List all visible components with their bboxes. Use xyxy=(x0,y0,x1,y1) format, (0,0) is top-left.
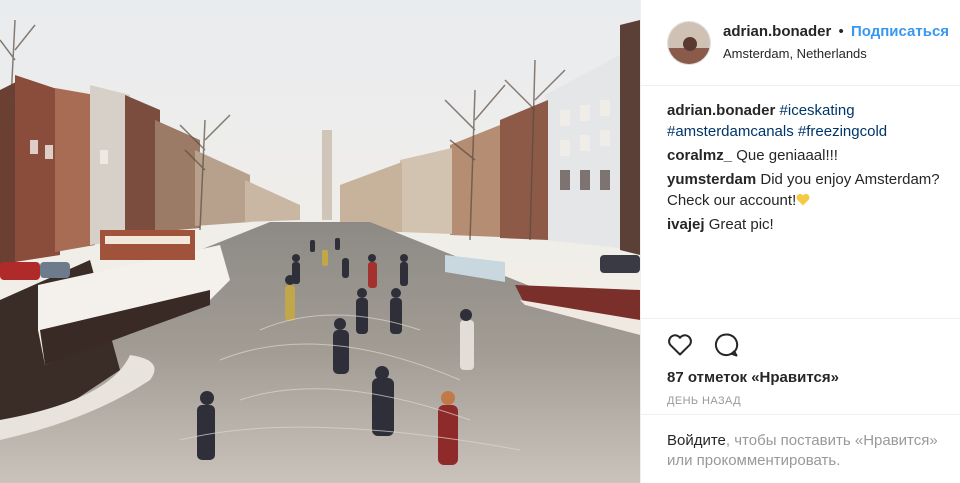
comment-text: Que geniaaal!!! xyxy=(736,147,838,164)
comments-list: adrian.bonader #iceskating #amsterdamcan… xyxy=(667,100,957,238)
profile-picture-icon xyxy=(668,21,710,64)
post-timestamp[interactable]: ДЕНЬ НАЗАД xyxy=(667,395,960,407)
login-link[interactable]: Войдите xyxy=(667,432,726,449)
avatar[interactable] xyxy=(667,20,711,65)
comment-item: yumsterdam Did you enjoy Amsterdam? Chec… xyxy=(667,169,957,211)
comment-username[interactable]: coralmz_ xyxy=(667,147,732,164)
post-photo[interactable] xyxy=(0,0,640,483)
login-prompt: Войдите, чтобы поставить «Нравится» или … xyxy=(641,414,960,483)
comment-username[interactable]: yumsterdam xyxy=(667,171,756,188)
caption: adrian.bonader #iceskating #amsterdamcan… xyxy=(667,100,957,142)
post-header: adrian.bonader • Подписаться Amsterdam, … xyxy=(641,0,960,86)
header-top-line: adrian.bonader • Подписаться xyxy=(723,22,949,42)
header-text: adrian.bonader • Подписаться Amsterdam, … xyxy=(723,22,949,63)
hashtag-link[interactable]: #iceskating xyxy=(780,102,855,119)
post-sidebar: adrian.bonader • Подписаться Amsterdam, … xyxy=(640,0,960,483)
follow-button[interactable]: Подписаться xyxy=(851,23,949,40)
post-actions: 87 отметок «Нравится» ДЕНЬ НАЗАД xyxy=(641,318,960,407)
comment-username[interactable]: ivajej xyxy=(667,216,705,233)
likes-count[interactable]: 87 отметок «Нравится» xyxy=(667,369,960,386)
hashtag-link[interactable]: #freezingcold xyxy=(798,123,887,140)
location-link[interactable]: Amsterdam, Netherlands xyxy=(723,45,949,63)
comment-item: ivajej Great pic! xyxy=(667,214,957,235)
instagram-post: adrian.bonader • Подписаться Amsterdam, … xyxy=(0,0,960,483)
post-username[interactable]: adrian.bonader xyxy=(723,23,831,40)
yellow-heart-icon xyxy=(796,193,810,206)
caption-username[interactable]: adrian.bonader xyxy=(667,102,775,119)
heart-outline-icon[interactable] xyxy=(667,333,693,357)
comment-item: coralmz_ Que geniaaal!!! xyxy=(667,145,957,166)
action-icons xyxy=(667,329,960,361)
hashtag-link[interactable]: #amsterdamcanals xyxy=(667,123,794,140)
speech-bubble-icon[interactable] xyxy=(713,332,739,358)
amsterdam-canal-ice-skating-image xyxy=(0,0,640,483)
comment-text: Great pic! xyxy=(708,216,774,233)
separator-dot: • xyxy=(838,23,844,41)
